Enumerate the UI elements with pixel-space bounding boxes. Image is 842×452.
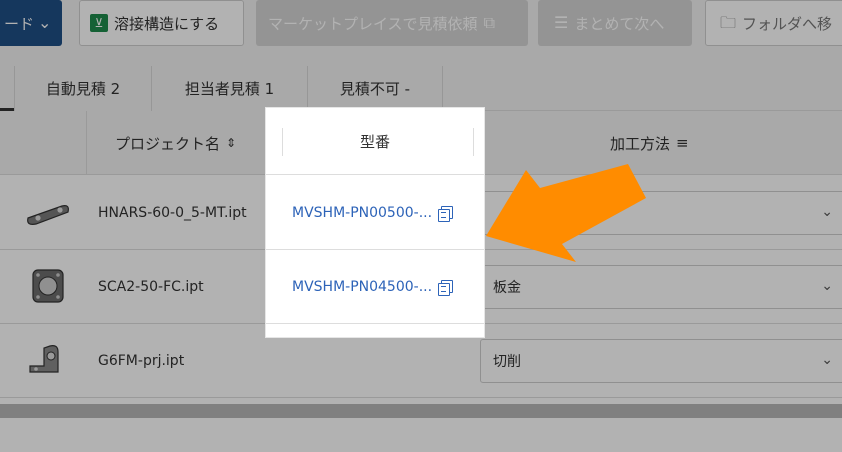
tab-staff-quote-label: 担当者見積 1 [184, 80, 275, 98]
file-name: HNARS-60-0_5-MT.ipt [98, 205, 247, 221]
process-method-header[interactable]: 加工方法 ≡ [478, 111, 842, 175]
weld-structure-label: 溶接構造にする [114, 14, 220, 33]
chevron-down-icon: ⌄ [821, 278, 833, 294]
sliders-icon: ☰ [554, 13, 569, 32]
mode-dropdown-button[interactable]: ード ⌄ [0, 0, 62, 46]
angle-bracket-icon [29, 345, 59, 373]
project-name-header-label: プロジェクト名 [115, 134, 221, 153]
column-divider [473, 128, 474, 156]
copy-icon[interactable] [438, 205, 454, 222]
move-to-folder-button[interactable]: 🗀 フォルダへ移 [705, 0, 842, 46]
model-number-cell: MVSHM-PN00500-... [266, 176, 484, 250]
process-method-select[interactable]: 板金 ⌄ [480, 265, 842, 309]
process-method-value: 切削 [493, 354, 521, 370]
project-name-header[interactable]: プロジェクト名 ⇕ [86, 111, 276, 175]
process-method-select[interactable]: 切削 ⌄ [480, 339, 842, 383]
model-number-link[interactable]: MVSHM-PN04500-... [292, 279, 432, 295]
copy-icon[interactable] [438, 279, 454, 296]
chevron-down-icon: ⌄ [821, 204, 833, 220]
process-method-value: 板金 [493, 280, 521, 296]
file-name: G6FM-prj.ipt [98, 353, 185, 369]
tab-not-quotable-label: 見積不可 - [339, 80, 411, 98]
model-number-cell: MVSHM-PN04500-... [266, 250, 484, 324]
footer-area [0, 418, 842, 452]
sort-icon[interactable]: ⇕ [226, 136, 236, 150]
chevron-down-icon: ⌄ [821, 352, 833, 368]
model-number-link[interactable]: MVSHM-PN00500-... [292, 205, 432, 221]
process-method-select[interactable]: ⌄ [480, 191, 842, 235]
move-to-folder-label: フォルダへ移 [742, 14, 833, 33]
weld-structure-button[interactable]: ⊻ 溶接構造にする [79, 0, 244, 46]
model-number-header-label: 型番 [359, 132, 390, 151]
external-link-icon: ⧉ [483, 13, 495, 32]
batch-next-label: まとめて次へ [574, 14, 665, 33]
model-number-column-highlight: 型番 MVSHM-PN00500-... MVSHM-PN04500-... [266, 108, 484, 337]
filter-menu-icon[interactable]: ≡ [676, 134, 689, 152]
model-number-header: 型番 [266, 108, 484, 175]
marketplace-quote-label: マーケットプレイスで見積依頼 [268, 14, 478, 33]
column-divider [282, 128, 283, 156]
mode-label: ード [4, 14, 35, 33]
bracket-plate-icon [27, 205, 69, 225]
horizontal-scrollbar[interactable] [0, 404, 842, 418]
weld-icon: ⊻ [90, 14, 108, 32]
tab-not-quotable[interactable]: 見積不可 - [307, 66, 443, 111]
chevron-down-icon: ⌄ [38, 13, 52, 32]
marketplace-quote-button[interactable]: マーケットプレイスで見積依頼 ⧉ [256, 0, 528, 46]
tab-auto-quote-label: 自動見積 2 [45, 80, 121, 98]
batch-next-button[interactable]: ☰ まとめて次へ [538, 0, 692, 46]
status-tabs: 自動見積 2 担当者見積 1 見積不可 - [0, 58, 842, 111]
file-name: SCA2-50-FC.ipt [98, 279, 204, 295]
process-method-header-label: 加工方法 [610, 134, 671, 153]
square-flange-icon [32, 269, 64, 303]
toolbar: ード ⌄ ⊻ 溶接構造にする マーケットプレイスで見積依頼 ⧉ ☰ まとめて次へ… [0, 0, 842, 58]
tab-staff-quote[interactable]: 担当者見積 1 [151, 66, 307, 111]
folder-move-icon: 🗀 [720, 13, 737, 32]
tab-auto-quote[interactable]: 自動見積 2 [14, 66, 151, 111]
tab-active-indicator [0, 66, 14, 111]
